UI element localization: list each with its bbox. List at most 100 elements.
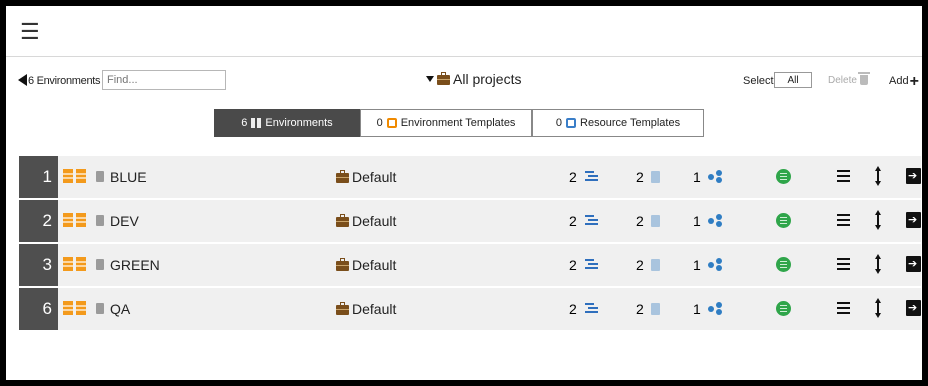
node-count[interactable]: 1 (693, 169, 722, 185)
resource-count[interactable]: 2 (636, 213, 660, 229)
environment-count: 6 Environments (28, 75, 101, 87)
node-count-value: 1 (693, 213, 701, 229)
briefcase-icon (336, 170, 349, 183)
lock-icon (96, 259, 104, 270)
delete-button[interactable]: Delete (828, 72, 870, 86)
tab-environment-templates[interactable]: 0 Environment Templates (360, 109, 532, 137)
node-count[interactable]: 1 (693, 257, 722, 273)
enter-icon[interactable] (906, 300, 921, 316)
toolbar: 6 Environments All projects Select All D… (6, 64, 922, 96)
node-count-value: 1 (693, 301, 701, 317)
resource-count[interactable]: 2 (636, 257, 660, 273)
list-item[interactable]: 1 BLUE Default 2 2 1 (19, 156, 921, 198)
process-count-value: 2 (569, 169, 577, 185)
nodes-icon (707, 302, 722, 315)
process-list-icon (584, 171, 598, 182)
process-count[interactable]: 2 (569, 257, 598, 273)
briefcase-icon (336, 258, 349, 271)
resource-count-value: 2 (636, 169, 644, 185)
process-list-icon (584, 215, 598, 226)
menu-icon[interactable] (837, 170, 850, 182)
reorder-icon[interactable] (875, 298, 881, 318)
add-label: Add (889, 75, 909, 87)
list-item[interactable]: 2 DEV Default 2 2 1 (19, 200, 921, 242)
resource-icon (650, 259, 660, 271)
add-button[interactable]: Add+ (889, 73, 919, 91)
hamburger-icon[interactable]: ☰ (20, 21, 40, 43)
project-cell: Default (336, 169, 396, 185)
project-cell: Default (336, 213, 396, 229)
briefcase-icon (336, 214, 349, 227)
row-index: 6 (19, 288, 58, 330)
process-count[interactable]: 2 (569, 301, 598, 317)
resource-count-value: 2 (636, 213, 644, 229)
node-count[interactable]: 1 (693, 301, 722, 317)
process-count-value: 2 (569, 257, 577, 273)
reorder-icon[interactable] (875, 166, 881, 186)
environment-name[interactable]: DEV (110, 213, 139, 229)
environment-template-icon (386, 118, 397, 128)
delete-label: Delete (828, 75, 857, 86)
menu-icon[interactable] (837, 258, 850, 270)
select-all-button[interactable]: All (774, 72, 812, 88)
resource-count-value: 2 (636, 257, 644, 273)
menu-icon[interactable] (837, 302, 850, 314)
list-item[interactable]: 6 QA Default 2 2 1 (19, 288, 921, 330)
enter-icon[interactable] (906, 168, 921, 184)
enter-icon[interactable] (906, 212, 921, 228)
tab-resource-templates-label: Resource Templates (580, 117, 681, 129)
nodes-icon (707, 258, 722, 271)
status-icon[interactable] (776, 213, 791, 228)
resource-icon (650, 171, 660, 183)
node-count[interactable]: 1 (693, 213, 722, 229)
briefcase-icon (437, 72, 450, 85)
environment-name[interactable]: BLUE (110, 169, 147, 185)
process-count-value: 2 (569, 301, 577, 317)
tab-environments[interactable]: 6 Environments (214, 109, 360, 137)
project-selector[interactable]: All projects (426, 71, 521, 87)
process-count[interactable]: 2 (569, 169, 598, 185)
collapse-environments-button[interactable]: 6 Environments (18, 74, 101, 87)
tab-environment-templates-count: 0 (376, 117, 383, 129)
environment-name[interactable]: GREEN (110, 257, 160, 273)
project-selector-label: All projects (453, 71, 522, 87)
resource-icon (650, 303, 660, 315)
status-icon[interactable] (776, 169, 791, 184)
lock-icon (96, 171, 104, 182)
nodes-icon (707, 214, 722, 227)
resource-count[interactable]: 2 (636, 301, 660, 317)
environment-icon (63, 213, 89, 227)
tab-resource-templates[interactable]: 0 Resource Templates (532, 109, 704, 137)
tab-bar: 6 Environments 0 Environment Templates 0… (214, 109, 704, 137)
menu-icon[interactable] (837, 214, 850, 226)
process-list-icon (584, 259, 598, 270)
process-list-icon (584, 303, 598, 314)
process-count[interactable]: 2 (569, 213, 598, 229)
status-icon[interactable] (776, 257, 791, 272)
trash-icon (857, 72, 870, 85)
environment-icon (63, 169, 89, 183)
project-name: Default (352, 301, 397, 317)
environment-name[interactable]: QA (110, 301, 130, 317)
status-icon[interactable] (776, 301, 791, 316)
triangle-left-icon (18, 74, 27, 86)
select-label: Select (743, 75, 774, 87)
find-input[interactable] (102, 70, 226, 90)
enter-icon[interactable] (906, 256, 921, 272)
project-name: Default (352, 169, 397, 185)
project-name: Default (352, 257, 397, 273)
tab-environments-count: 6 (241, 117, 248, 129)
lock-icon (96, 303, 104, 314)
tab-resource-templates-count: 0 (555, 117, 563, 129)
plus-icon: + (909, 73, 919, 90)
row-index: 1 (19, 156, 58, 198)
reorder-icon[interactable] (875, 210, 881, 230)
reorder-icon[interactable] (875, 254, 881, 274)
nodes-icon (707, 170, 722, 183)
row-index: 2 (19, 200, 58, 242)
lock-icon (96, 215, 104, 226)
top-bar: ☰ (6, 6, 922, 57)
row-index: 3 (19, 244, 58, 286)
list-item[interactable]: 3 GREEN Default 2 2 1 (19, 244, 921, 286)
resource-count[interactable]: 2 (636, 169, 660, 185)
